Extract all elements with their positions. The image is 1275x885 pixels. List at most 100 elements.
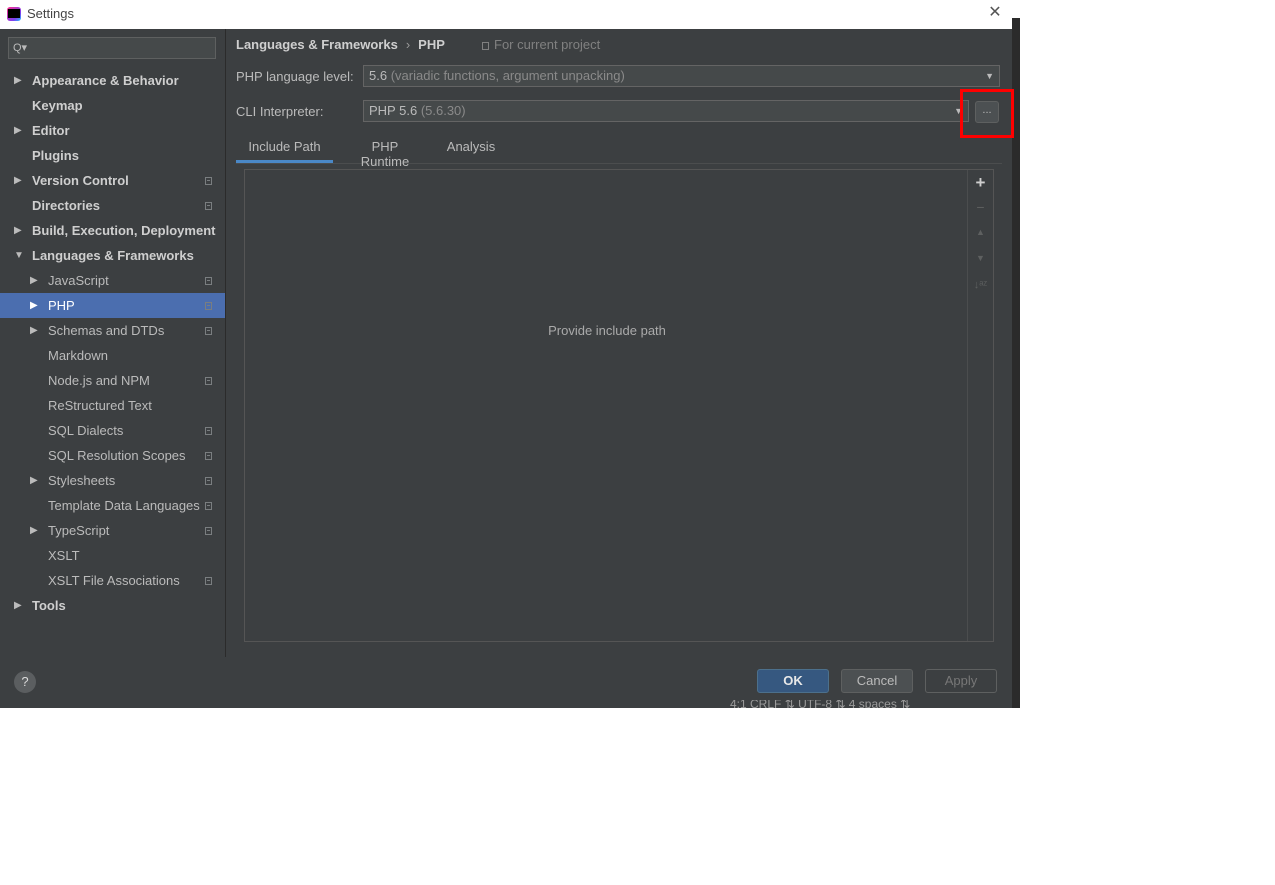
sidebar-item-label: Stylesheets xyxy=(48,473,116,488)
sidebar-item-markdown[interactable]: Markdown xyxy=(0,343,225,368)
sidebar-item-label: JavaScript xyxy=(48,273,109,288)
ide-background-edge xyxy=(1012,0,1020,708)
sidebar-item-plugins[interactable]: Plugins xyxy=(0,143,225,168)
sidebar-item-php[interactable]: ▶ PHP xyxy=(0,293,225,318)
project-scope-icon xyxy=(205,202,212,210)
tab-php-runtime[interactable]: PHP Runtime xyxy=(346,139,424,169)
sidebar-item-tools[interactable]: ▶ Tools xyxy=(0,593,225,618)
collapsed-arrow-icon[interactable]: ▶ xyxy=(14,218,22,243)
remove-icon[interactable]: − xyxy=(968,199,993,215)
cli-interpreter-browse-button[interactable]: ... xyxy=(975,101,999,123)
sidebar-item-label: Editor xyxy=(32,123,70,138)
sidebar-item-schemas-and-dtds[interactable]: ▶ Schemas and DTDs xyxy=(0,318,225,343)
collapsed-arrow-icon[interactable]: ▶ xyxy=(14,168,22,193)
sidebar-item-stylesheets[interactable]: ▶ Stylesheets xyxy=(0,468,225,493)
project-scope-icon xyxy=(205,277,212,285)
tab-analysis[interactable]: Analysis xyxy=(446,139,496,163)
sidebar-item-label: TypeScript xyxy=(48,523,110,538)
sidebar-item-label: Tools xyxy=(32,598,66,613)
sidebar-item-directories[interactable]: Directories xyxy=(0,193,225,218)
close-icon[interactable]: ✕ xyxy=(986,4,1004,22)
breadcrumb-separator: › xyxy=(405,37,411,52)
sidebar-item-label: Directories xyxy=(32,198,100,213)
sidebar-item-sql-resolution-scopes[interactable]: SQL Resolution Scopes xyxy=(0,443,225,468)
sidebar-item-restructured-text[interactable]: ReStructured Text xyxy=(0,393,225,418)
project-scope-icon xyxy=(205,427,212,435)
chevron-down-icon: ▼ xyxy=(954,106,963,116)
phpstorm-logo-icon xyxy=(7,7,21,21)
window-title: Settings xyxy=(27,6,74,21)
expanded-arrow-icon[interactable]: ▼ xyxy=(14,243,24,268)
sidebar-item-build-execution-deployment[interactable]: ▶ Build, Execution, Deployment xyxy=(0,218,225,243)
sidebar-item-label: SQL Dialects xyxy=(48,423,124,438)
chevron-down-icon: ▼ xyxy=(985,71,994,81)
scope-text: For current project xyxy=(494,37,601,52)
sort-icon[interactable]: ↓ᵃᶻ xyxy=(968,279,993,291)
cli-interpreter-label: CLI Interpreter: xyxy=(236,104,324,119)
sidebar-item-label: XSLT xyxy=(48,548,80,563)
ide-background-top xyxy=(1012,0,1020,18)
sidebar-item-version-control[interactable]: ▶ Version Control xyxy=(0,168,225,193)
tab-include-path[interactable]: Include Path xyxy=(236,139,333,163)
sidebar-item-label: Languages & Frameworks xyxy=(32,248,194,263)
include-path-list[interactable]: Provide include path + − ▲ ▼ ↓ᵃᶻ xyxy=(244,169,994,642)
move-up-icon[interactable]: ▲ xyxy=(968,227,993,237)
sidebar-item-languages-frameworks[interactable]: ▼ Languages & Frameworks xyxy=(0,243,225,268)
project-scope-icon xyxy=(205,177,212,185)
php-level-label: PHP language level: xyxy=(236,69,354,84)
php-settings-panel: Languages & Frameworks › PHP For current p… xyxy=(226,29,1012,657)
sidebar-item-label: Node.js and NPM xyxy=(48,373,150,388)
sidebar-item-label: ReStructured Text xyxy=(48,398,152,413)
settings-window: Settings ✕ Q▾ ▶ Appearance & Behavior Keym… xyxy=(0,0,1012,708)
search-input[interactable]: Q▾ xyxy=(8,37,216,59)
include-path-toolbar: + − ▲ ▼ ↓ᵃᶻ xyxy=(967,170,993,641)
collapsed-arrow-icon[interactable]: ▶ xyxy=(14,68,22,93)
php-level-hint: (variadic functions, argument unpacking) xyxy=(390,68,625,83)
sidebar-item-typescript[interactable]: ▶ TypeScript xyxy=(0,518,225,543)
sidebar-item-javascript[interactable]: ▶ JavaScript xyxy=(0,268,225,293)
sidebar-item-xslt-file-associations[interactable]: XSLT File Associations xyxy=(0,568,225,593)
settings-sidebar: Q▾ ▶ Appearance & Behavior Keymap ▶ Editor Pl… xyxy=(0,29,226,657)
collapsed-arrow-icon[interactable]: ▶ xyxy=(30,268,38,293)
add-icon[interactable]: + xyxy=(968,173,993,193)
sidebar-item-template-data-languages[interactable]: Template Data Languages xyxy=(0,493,225,518)
sidebar-item-label: PHP xyxy=(48,298,75,313)
search-icon: Q▾ xyxy=(13,42,28,54)
project-scope-icon xyxy=(205,302,212,310)
cli-interpreter-value: PHP 5.6 xyxy=(369,103,418,118)
collapsed-arrow-icon[interactable]: ▶ xyxy=(30,518,38,543)
collapsed-arrow-icon[interactable]: ▶ xyxy=(30,293,38,318)
cli-interpreter-hint: (5.6.30) xyxy=(420,103,466,118)
sidebar-item-label: Appearance & Behavior xyxy=(32,73,179,88)
project-scope-icon xyxy=(482,42,489,50)
sidebar-item-sql-dialects[interactable]: SQL Dialects xyxy=(0,418,225,443)
sidebar-item-keymap[interactable]: Keymap xyxy=(0,93,225,118)
move-down-icon[interactable]: ▼ xyxy=(968,253,993,263)
sidebar-item-label: Schemas and DTDs xyxy=(48,323,165,338)
sidebar-item-appearance-behavior[interactable]: ▶ Appearance & Behavior xyxy=(0,68,225,93)
title-bar: Settings ✕ xyxy=(0,0,1012,29)
ide-status-bar: 4:1 CRLF ⇅ UTF-8 ⇅ 4 spaces ⇅ xyxy=(730,700,911,708)
collapsed-arrow-icon[interactable]: ▶ xyxy=(14,118,22,143)
empty-list-text: Provide include path xyxy=(548,323,666,338)
breadcrumb: Languages & Frameworks › PHP xyxy=(236,37,445,52)
sidebar-item-xslt[interactable]: XSLT xyxy=(0,543,225,568)
cancel-button[interactable]: Cancel xyxy=(841,669,913,693)
sidebar-item-label: Plugins xyxy=(32,148,79,163)
apply-button[interactable]: Apply xyxy=(925,669,997,693)
collapsed-arrow-icon[interactable]: ▶ xyxy=(30,468,38,493)
project-scope-icon xyxy=(205,577,212,585)
help-icon[interactable]: ? xyxy=(14,671,36,693)
cli-interpreter-select[interactable]: PHP 5.6 (5.6.30) ▼ xyxy=(363,100,969,122)
project-scope-icon xyxy=(205,377,212,385)
php-level-select[interactable]: 5.6 (variadic functions, argument unpack… xyxy=(363,65,1000,87)
scope-label: For current project xyxy=(482,37,600,52)
collapsed-arrow-icon[interactable]: ▶ xyxy=(30,318,38,343)
ok-button[interactable]: OK xyxy=(757,669,829,693)
project-scope-icon xyxy=(205,502,212,510)
sidebar-item-editor[interactable]: ▶ Editor xyxy=(0,118,225,143)
project-scope-icon xyxy=(205,477,212,485)
sidebar-item-label: Template Data Languages xyxy=(48,498,200,513)
sidebar-item-node-js-and-npm[interactable]: Node.js and NPM xyxy=(0,368,225,393)
collapsed-arrow-icon[interactable]: ▶ xyxy=(14,593,22,618)
